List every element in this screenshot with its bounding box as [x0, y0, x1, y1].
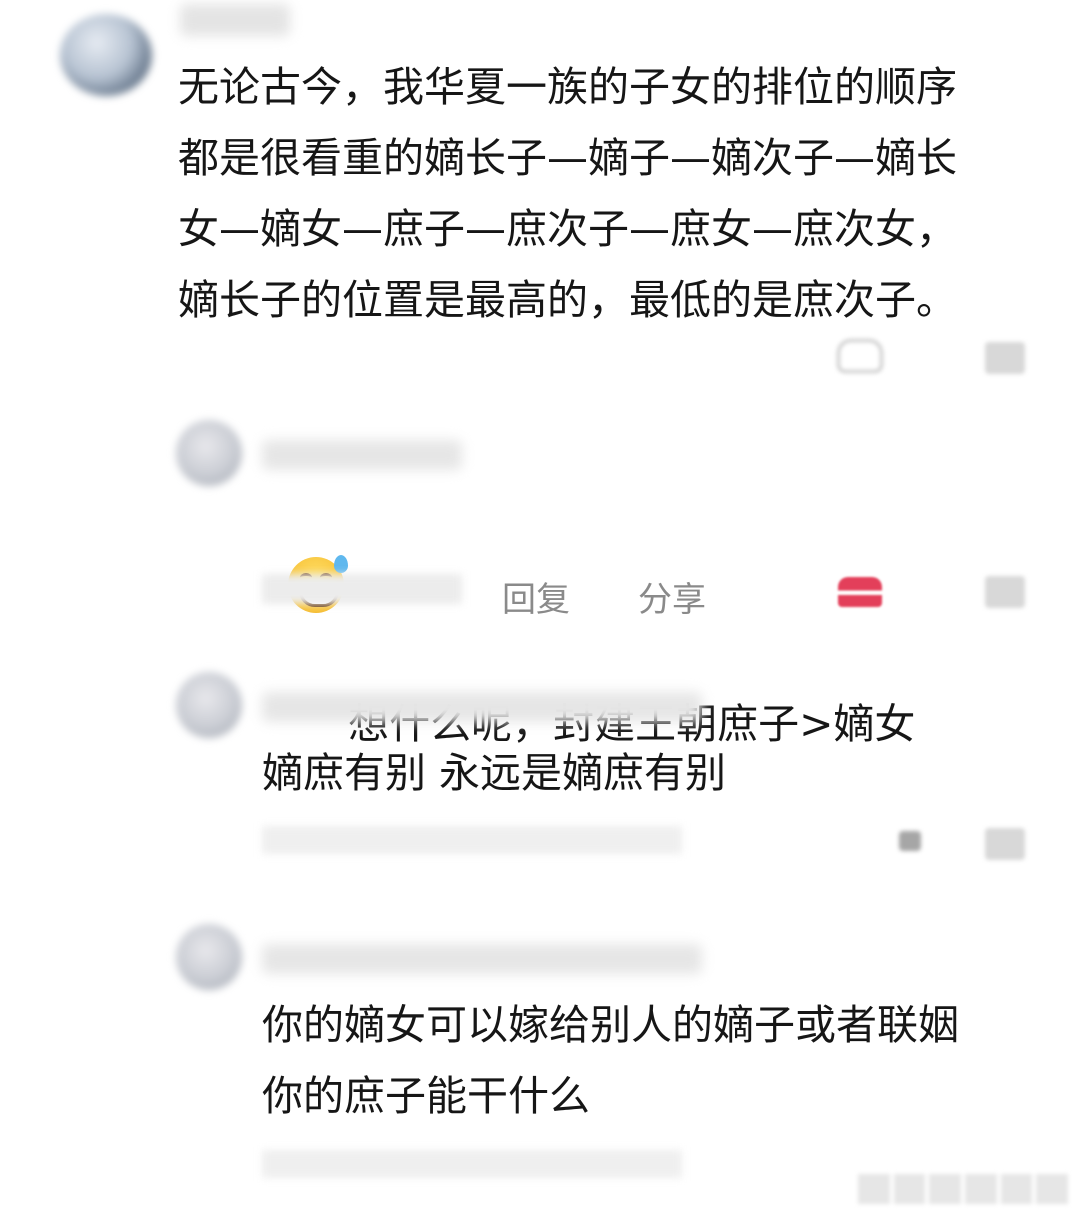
username[interactable]	[262, 440, 462, 470]
thumbs-down-shape	[985, 576, 1025, 608]
heart-filled-icon	[838, 577, 882, 607]
avatar[interactable]	[176, 672, 242, 738]
heart-icon[interactable]	[890, 824, 930, 858]
thumbs-down-icon[interactable]	[980, 826, 1030, 862]
heart-icon[interactable]	[832, 336, 888, 376]
comment-text: 你的嫡女可以嫁给别人的嫡子或者联姻 你的庶子能干什么	[262, 1001, 959, 1120]
thumbs-down-shape	[985, 342, 1025, 374]
share-button[interactable]: 分享	[638, 572, 706, 621]
watermark	[858, 1174, 1069, 1204]
thumbs-down-icon[interactable]	[980, 340, 1030, 376]
reply-button[interactable]: 回复	[502, 572, 570, 621]
comment-meta	[178, 338, 598, 366]
heart-shape	[899, 831, 921, 851]
comment-text: 无论古今，我华夏一族的子女的排位的顺序 都是很看重的嫡长子—嫡子—嫡次子—嫡长 …	[178, 63, 957, 324]
avatar[interactable]	[176, 924, 242, 990]
comment-time	[262, 574, 462, 604]
username[interactable]	[262, 692, 702, 722]
heart-outline-icon	[837, 339, 883, 373]
username[interactable]	[262, 944, 702, 974]
thumbs-down-shape	[985, 828, 1025, 860]
comment-meta	[262, 1150, 682, 1178]
username[interactable]	[180, 4, 290, 36]
comment-meta	[262, 826, 682, 854]
avatar[interactable]	[176, 420, 242, 486]
thumbs-down-icon[interactable]	[980, 574, 1030, 610]
comment-text: 嫡庶有别 永远是嫡庶有别	[262, 749, 727, 797]
heart-icon[interactable]	[832, 574, 888, 610]
avatar[interactable]	[60, 14, 152, 96]
